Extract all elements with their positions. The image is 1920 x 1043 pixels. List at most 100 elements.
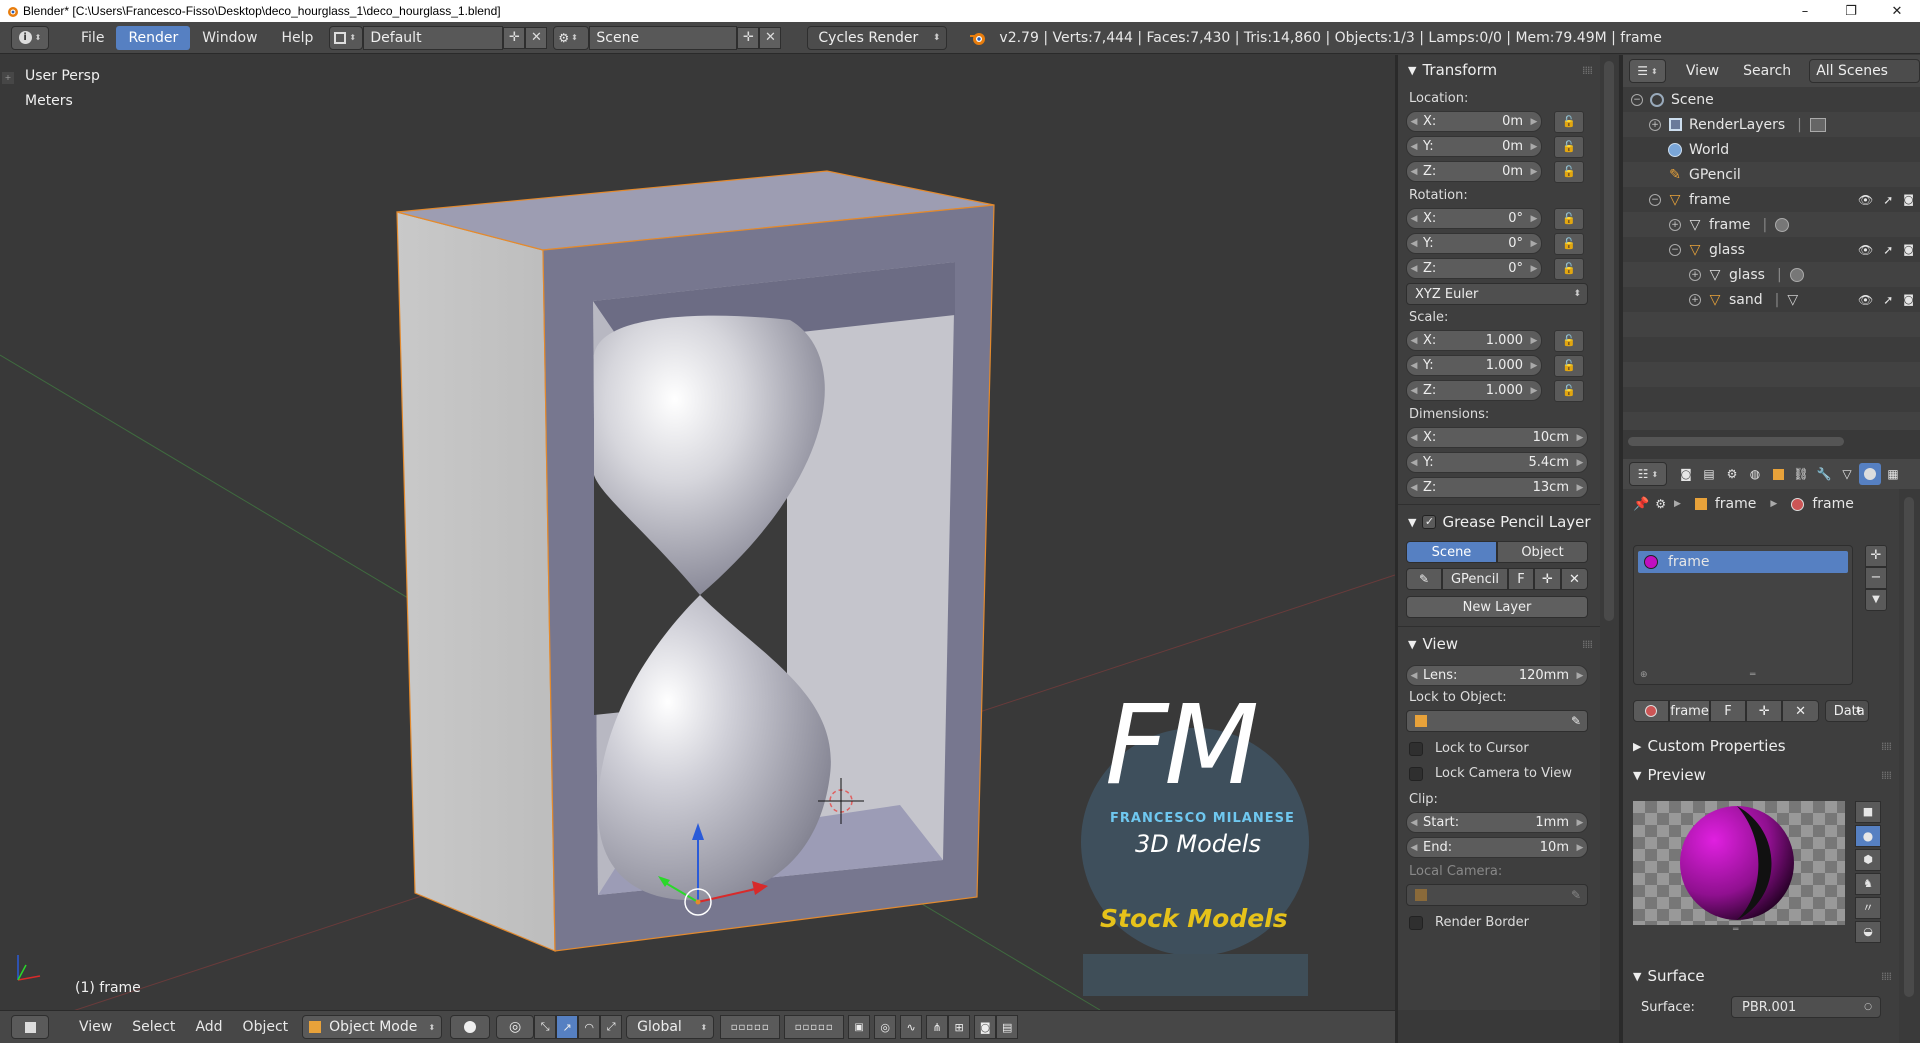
surface-header[interactable]: ▼ Surface ⁞⁞⁞⁞ (1623, 963, 1899, 989)
material-link-selector[interactable]: Data ⬍ (1824, 700, 1869, 722)
translate-manipulator-button[interactable]: ↗ (556, 1015, 579, 1039)
decrement-arrow-icon[interactable]: ◀ (1407, 239, 1421, 249)
visibility-eye-icon[interactable]: 👁 (1858, 293, 1873, 307)
layers-grid-b[interactable]: ▫▫▫▫▫ (784, 1015, 845, 1039)
render-border-checkbox[interactable]: Render Border (1398, 910, 1600, 935)
decrement-arrow-icon[interactable]: ◀ (1407, 458, 1421, 468)
lock-location-x-button[interactable]: 🔓 (1554, 110, 1584, 133)
selectable-cursor-icon[interactable]: ➚ (1883, 293, 1893, 307)
drag-grip-icon[interactable]: ⁞⁞⁞⁞ (1881, 740, 1892, 753)
rotate-manipulator-button[interactable]: ◠ (578, 1015, 601, 1039)
scale-manipulator-button[interactable]: ⤢ (600, 1015, 623, 1039)
increment-arrow-icon[interactable]: ▶ (1527, 361, 1541, 371)
increment-arrow-icon[interactable]: ▶ (1573, 433, 1587, 443)
grease-pencil-object-tab[interactable]: Object (1497, 541, 1588, 563)
add-screen-button[interactable]: ✛ (503, 26, 526, 49)
visibility-eye-icon[interactable]: 👁 (1858, 243, 1873, 257)
rotation-y-field[interactable]: ◀ Y: 0° ▶ (1406, 233, 1542, 254)
menu-select[interactable]: Select (122, 1019, 185, 1035)
renderable-camera-icon[interactable]: ◙ (1903, 243, 1914, 256)
render-layers-tab-icon[interactable]: ▤ (1698, 463, 1720, 485)
screen-layout-field[interactable]: Default (363, 25, 504, 50)
grease-pencil-browse-button[interactable]: ✎ (1406, 568, 1442, 590)
viewport-shading-selector[interactable] (450, 1015, 491, 1039)
falloff-button[interactable]: ∿ (900, 1015, 923, 1039)
decrement-arrow-icon[interactable]: ◀ (1407, 671, 1421, 681)
unlink-material-button[interactable]: ✕ (1782, 700, 1819, 722)
decrement-arrow-icon[interactable]: ◀ (1407, 142, 1421, 152)
properties-scrollbar[interactable] (1899, 489, 1920, 1043)
lock-to-cursor-checkbox[interactable]: Lock to Cursor (1398, 736, 1600, 761)
scrollbar-thumb[interactable] (1904, 497, 1914, 997)
increment-arrow-icon[interactable]: ▶ (1573, 671, 1587, 681)
lock-rotation-x-button[interactable]: 🔓 (1554, 207, 1584, 230)
collapse-icon[interactable]: − (1649, 193, 1661, 206)
clip-start-field[interactable]: ◀ Start: 1mm ▶ (1406, 812, 1588, 833)
pivot-point-selector[interactable]: ◎ (496, 1015, 535, 1039)
lock-layers-button[interactable]: ▣ (848, 1015, 871, 1039)
scale-z-field[interactable]: ◀ Z: 1.000 ▶ (1406, 380, 1542, 401)
outliner-menu-view[interactable]: View (1674, 59, 1731, 83)
lock-camera-to-view-checkbox[interactable]: Lock Camera to View (1398, 761, 1600, 786)
material-slot-item[interactable]: frame (1638, 551, 1848, 573)
outliner-item-frame-object[interactable]: − ▽ frame 👁 ➚ ◙ (1623, 187, 1920, 212)
material-specials-button[interactable]: ▼ (1865, 589, 1887, 611)
scene-selector[interactable]: ⚙ ⬍ (553, 25, 590, 50)
preview-cube-icon[interactable]: ⬢ (1855, 849, 1881, 871)
rotation-x-field[interactable]: ◀ X: 0° ▶ (1406, 208, 1542, 229)
delete-screen-button[interactable]: ✕ (525, 26, 548, 49)
render-opengl-button[interactable]: ◙ (974, 1015, 997, 1039)
transform-orientation-selector[interactable]: Global ⬍ (626, 1015, 715, 1039)
outliner-item-frame-mesh[interactable]: + ▽ frame | (1623, 212, 1920, 237)
increment-arrow-icon[interactable]: ▶ (1527, 239, 1541, 249)
expand-icon[interactable]: + (1669, 218, 1681, 231)
new-datablock-button[interactable]: ✛ (1534, 568, 1561, 590)
material-slot-list[interactable]: frame ═ ⊕ (1633, 545, 1853, 685)
close-window-button[interactable]: ✕ (1874, 0, 1920, 22)
sidebar-scrollbar[interactable] (1600, 55, 1618, 1010)
preview-resize-grip-icon[interactable]: ═ (1733, 925, 1738, 935)
view-panel-header[interactable]: ▼ View ⁞⁞⁞⁞ (1398, 631, 1600, 657)
screen-layout-selector[interactable]: ⬍ (329, 25, 364, 50)
increment-arrow-icon[interactable]: ▶ (1527, 264, 1541, 274)
selectable-cursor-icon[interactable]: ➚ (1883, 243, 1893, 257)
render-tab-icon[interactable]: ◙ (1675, 463, 1697, 485)
transform-panel-header[interactable]: ▼ Transform ⁞⁞⁞⁞ (1398, 57, 1600, 83)
constraints-tab-icon[interactable]: ⛓ (1790, 463, 1812, 485)
expand-icon[interactable]: + (1689, 268, 1701, 281)
outliner-horizontal-scrollbar[interactable] (1628, 437, 1844, 446)
3d-viewport[interactable]: User Persp Meters + (1) frame FM FRANCES… (0, 55, 1395, 1010)
outliner-display-mode[interactable]: All Scenes (1809, 59, 1920, 83)
toolshelf-toggle-icon[interactable]: + (2, 72, 14, 84)
expand-icon[interactable]: + (1649, 118, 1661, 131)
menu-add[interactable]: Add (185, 1019, 232, 1035)
list-grip-icon[interactable]: ═ (1750, 670, 1755, 680)
preview-monkey-icon[interactable]: ♞ (1855, 873, 1881, 895)
decrement-arrow-icon[interactable]: ◀ (1407, 386, 1421, 396)
drag-grip-icon[interactable]: ⁞⁞⁞⁞ (1582, 64, 1593, 77)
collapse-icon[interactable]: − (1631, 93, 1643, 106)
lock-scale-y-button[interactable]: 🔓 (1554, 354, 1584, 377)
lock-location-z-button[interactable]: 🔓 (1554, 160, 1584, 183)
lock-object-field[interactable]: ✎ (1406, 710, 1588, 732)
eyedropper-icon[interactable]: ✎ (1571, 714, 1581, 728)
fake-user-button[interactable]: F (1508, 568, 1534, 590)
preview-sphere-icon[interactable]: ● (1855, 825, 1881, 847)
manipulator-toggle[interactable]: ⤡ (534, 1015, 557, 1039)
menu-view[interactable]: View (69, 1019, 122, 1035)
decrement-arrow-icon[interactable]: ◀ (1407, 117, 1421, 127)
menu-render[interactable]: Render (116, 25, 191, 50)
dimensions-y-field[interactable]: ◀ Y: 5.4cm ▶ (1406, 452, 1588, 473)
increment-arrow-icon[interactable]: ▶ (1573, 458, 1587, 468)
editor-type-button[interactable] (11, 1015, 49, 1039)
render-engine-selector[interactable]: Cycles Render ⬍ (807, 25, 948, 50)
drag-grip-icon[interactable]: ⁞⁞⁞⁞ (1582, 638, 1593, 651)
dimensions-z-field[interactable]: ◀ Z: 13cm ▶ (1406, 477, 1588, 498)
increment-arrow-icon[interactable]: ▶ (1573, 483, 1587, 493)
visibility-eye-icon[interactable]: 👁 (1858, 193, 1873, 207)
drag-grip-icon[interactable]: ⁞⁞⁞⁞ (1881, 970, 1892, 983)
new-material-button[interactable]: ✛ (1746, 700, 1783, 722)
outliner-item-glass-mesh[interactable]: + ▽ glass | (1623, 262, 1920, 287)
increment-arrow-icon[interactable]: ▶ (1573, 818, 1587, 828)
dimensions-x-field[interactable]: ◀ X: 10cm ▶ (1406, 427, 1588, 448)
